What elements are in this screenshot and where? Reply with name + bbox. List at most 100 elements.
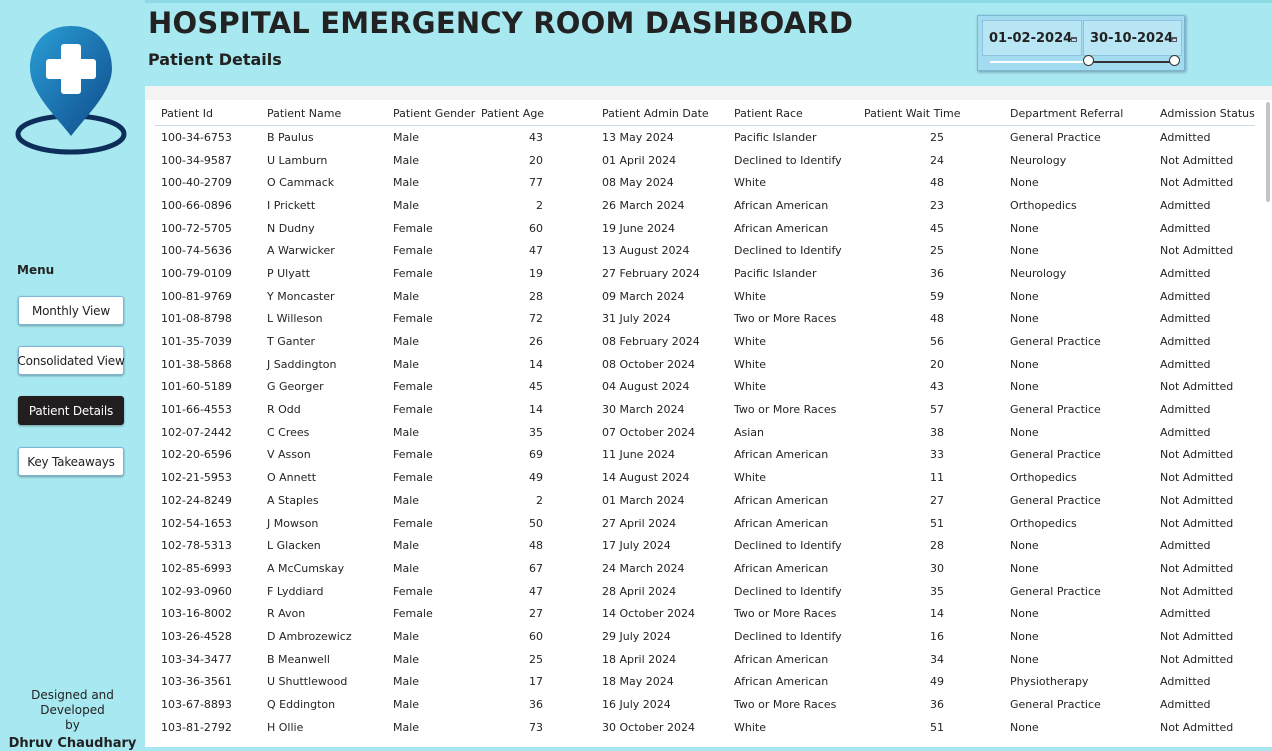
calendar-icon[interactable] [1071,37,1077,42]
cell-patient-wait-time: 16 [930,629,944,643]
column-header-department-referral[interactable]: Department Referral [1010,102,1160,126]
date-slider-end-handle[interactable] [1169,55,1180,66]
cell-patient-gender: Female [393,448,433,462]
cell-patient-age: 45 [529,380,543,394]
end-date-input[interactable]: 30-10-2024 [1083,20,1182,56]
table-row[interactable]: 103-81-2792 H Ollie Male 73 30 October 2024 W… [155,716,1255,739]
cell-patient-age: 14 [529,357,543,371]
table-row[interactable]: 103-26-4528 D Ambrozewicz Male 60 29 July 20… [155,625,1255,648]
column-header-patient-name[interactable]: Patient Name [267,102,393,126]
cell-patient-race: White [734,357,766,371]
column-header-patient-gender[interactable]: Patient Gender [393,102,481,126]
table-row[interactable]: 103-16-8002 R Avon Female 27 14 October 2024… [155,602,1255,625]
table-row[interactable]: 100-34-9587 U Lamburn Male 20 01 April 2024 D… [155,149,1255,172]
cell-patient-id: 100-40-2709 [161,176,232,190]
cell-patient-name: R Odd [267,403,301,417]
table-row[interactable]: 103-67-8893 Q Eddington Male 36 16 July 2024… [155,693,1255,716]
table-row[interactable]: 102-93-0960 F Lyddiard Female 47 28 April 20… [155,580,1255,603]
cell-patient-id: 103-26-4528 [161,629,232,643]
table-row[interactable]: 100-66-0896 I Prickett Male 2 26 March 2024 A… [155,194,1255,217]
table-row[interactable]: 100-79-0109 P Ulyatt Female 19 27 February 2… [155,262,1255,285]
cell-patient-id: 102-07-2442 [161,425,232,439]
cell-department-referral: None [1010,289,1039,303]
column-header-admission-status[interactable]: Admission Status [1160,102,1255,126]
cell-patient-gender: Female [393,403,433,417]
cell-patient-gender: Male [393,176,420,190]
cell-patient-race: Declined to Identify [734,629,842,643]
cell-patient-gender: Male [393,561,420,575]
table-row[interactable]: 102-21-5953 O Annett Female 49 14 August 202… [155,466,1255,489]
cell-admission-status: Admitted [1160,289,1211,303]
cell-patient-race: African American [734,493,829,507]
cell-patient-admin-date: 01 April 2024 [602,153,677,167]
table-row[interactable]: 102-85-6993 A McCumskay Male 67 24 March 202… [155,557,1255,580]
cell-patient-admin-date: 30 October 2024 [602,720,696,734]
column-header-patient-wait-time[interactable]: Patient Wait Time [864,102,1010,126]
start-date-input[interactable]: 01-02-2024 [982,20,1082,56]
table-row[interactable]: 101-60-5189 G Georger Female 45 04 August 20… [155,376,1255,399]
cell-patient-admin-date: 31 July 2024 [602,312,671,326]
cell-patient-admin-date: 14 October 2024 [602,607,696,621]
monthly-view-button[interactable]: Monthly View [18,296,124,325]
cell-department-referral: Orthopedics [1010,198,1077,212]
cell-department-referral: None [1010,720,1039,734]
cell-patient-race: Pacific Islander [734,130,817,144]
table-row[interactable]: 100-72-5705 N Dudny Female 60 19 June 2024 Af… [155,217,1255,240]
patient-table: Patient Id Patient Name Patient Gender Pati… [155,102,1255,739]
calendar-icon[interactable] [1171,37,1177,42]
column-header-patient-age[interactable]: Patient Age [481,102,602,126]
table-scrollbar[interactable] [1266,102,1270,202]
key-takeaways-button[interactable]: Key Takeaways [18,447,124,476]
date-slider-start-handle[interactable] [1083,55,1095,66]
cell-department-referral: None [1010,425,1039,439]
cell-patient-name: J Mowson [267,516,319,530]
cell-patient-race: African American [734,675,829,689]
patient-details-button[interactable]: Patient Details [18,396,124,425]
cell-admission-status: Admitted [1160,312,1211,326]
cell-patient-admin-date: 08 February 2024 [602,335,700,349]
table-row[interactable]: 102-78-5313 L Glacken Male 48 17 July 2024 De… [155,534,1255,557]
cell-patient-wait-time: 20 [930,357,944,371]
cell-admission-status: Admitted [1160,335,1211,349]
cell-patient-wait-time: 36 [930,266,944,280]
table-row[interactable]: 101-08-8798 L Willeson Female 72 31 July 202… [155,308,1255,331]
table-row[interactable]: 101-35-7039 T Ganter Male 26 08 February 202… [155,330,1255,353]
cell-patient-wait-time: 30 [930,561,944,575]
column-header-patient-id[interactable]: Patient Id [155,102,267,126]
table-row[interactable]: 103-34-3477 B Meanwell Male 25 18 April 2024… [155,648,1255,671]
consolidated-view-button[interactable]: Consolidated View [17,346,125,375]
cell-patient-race: Two or More Races [734,403,837,417]
cell-patient-wait-time: 25 [930,244,944,258]
cell-admission-status: Admitted [1160,198,1211,212]
cell-admission-status: Admitted [1160,539,1211,553]
end-date-value: 30-10-2024 [1090,30,1174,46]
cell-department-referral: None [1010,561,1039,575]
table-row[interactable]: 102-07-2442 C Crees Male 35 07 October 2024 A… [155,421,1255,444]
cell-patient-wait-time: 59 [930,289,944,303]
table-row[interactable]: 100-74-5636 A Warwicker Female 47 13 August … [155,239,1255,262]
table-row[interactable]: 102-20-6596 V Asson Female 69 11 June 2024 Af… [155,444,1255,467]
cell-patient-id: 102-54-1653 [161,516,232,530]
column-header-patient-race[interactable]: Patient Race [734,102,864,126]
table-row[interactable]: 101-38-5868 J Saddington Male 14 08 October … [155,353,1255,376]
table-row[interactable]: 100-81-9769 Y Moncaster Male 28 09 March 202… [155,285,1255,308]
table-row[interactable]: 100-40-2709 O Cammack Male 77 08 May 2024 Whi… [155,171,1255,194]
cell-patient-admin-date: 29 July 2024 [602,629,671,643]
cell-patient-age: 48 [529,539,543,553]
cell-patient-age: 47 [529,584,543,598]
table-row[interactable]: 103-36-3561 U Shuttlewood Male 17 18 May 202… [155,671,1255,694]
cell-patient-wait-time: 51 [930,720,944,734]
cell-patient-age: 50 [529,516,543,530]
cell-patient-race: Pacific Islander [734,266,817,280]
table-row[interactable]: 102-24-8249 A Staples Male 2 01 March 2024 Af… [155,489,1255,512]
cell-patient-gender: Male [393,335,420,349]
cell-patient-wait-time: 28 [930,539,944,553]
cell-patient-age: 67 [529,561,543,575]
column-header-patient-admin-date[interactable]: Patient Admin Date [602,102,734,126]
cell-patient-id: 103-34-3477 [161,652,232,666]
table-row[interactable]: 100-34-6753 B Paulus Male 43 13 May 2024 Paci… [155,126,1255,149]
cell-patient-age: 69 [529,448,543,462]
table-row[interactable]: 102-54-1653 J Mowson Female 50 27 April 2024… [155,512,1255,535]
cell-patient-gender: Female [393,244,433,258]
table-row[interactable]: 101-66-4553 R Odd Female 14 30 March 2024 Two… [155,398,1255,421]
